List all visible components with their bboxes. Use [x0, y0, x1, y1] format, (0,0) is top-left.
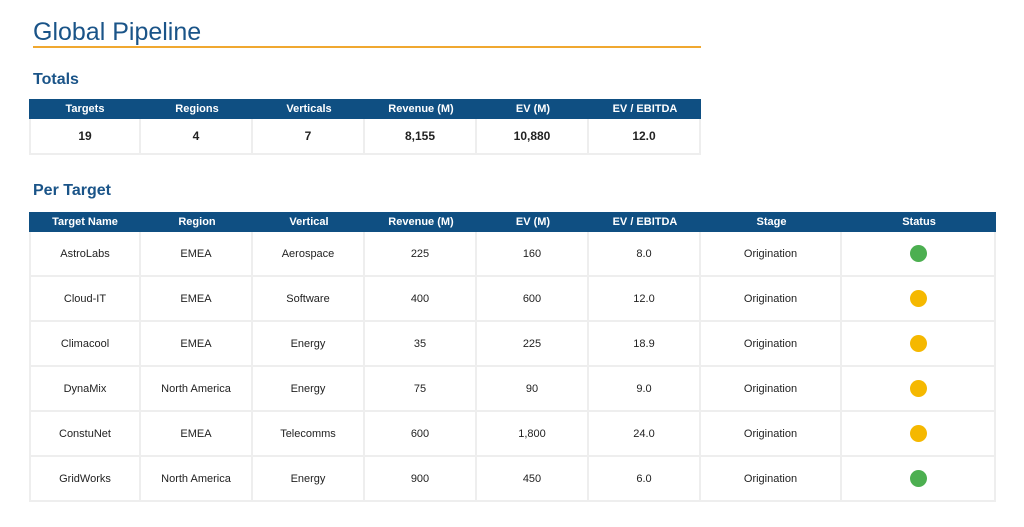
ev-cell: 160: [477, 232, 589, 277]
ev-ebitda-cell: 18.9: [589, 322, 701, 367]
status-dot-icon: [909, 290, 927, 307]
target-name-cell: ConstuNet: [29, 412, 141, 457]
totals-table: Targets Regions Verticals Revenue (M) EV…: [29, 99, 701, 155]
vertical-cell: Aerospace: [253, 232, 365, 277]
vertical-cell: Telecomms: [253, 412, 365, 457]
totals-header-row: Targets Regions Verticals Revenue (M) EV…: [29, 99, 701, 119]
col-ev-ebitda: EV / EBITDA: [589, 212, 701, 232]
status-cell: [842, 277, 996, 322]
status-dot-icon: [909, 380, 927, 397]
totals-value-row: 19 4 7 8,155 10,880 12.0: [29, 119, 701, 155]
totals-ev-value: 10,880: [477, 119, 589, 155]
stage-cell: Origination: [701, 457, 842, 502]
per-target-heading: Per Target: [33, 182, 111, 199]
status-cell: [842, 412, 996, 457]
target-name-cell: AstroLabs: [29, 232, 141, 277]
status-dot-icon: [909, 335, 927, 352]
totals-col-ev-ebitda: EV / EBITDA: [589, 99, 701, 119]
ev-cell: 600: [477, 277, 589, 322]
col-region: Region: [141, 212, 253, 232]
target-name-cell: GridWorks: [29, 457, 141, 502]
col-stage: Stage: [701, 212, 842, 232]
col-ev: EV (M): [477, 212, 589, 232]
totals-col-targets: Targets: [29, 99, 141, 119]
ev-cell: 225: [477, 322, 589, 367]
totals-regions-value: 4: [141, 119, 253, 155]
table-row: DynaMix North America Energy 75 90 9.0 O…: [29, 367, 996, 412]
vertical-cell: Energy: [253, 322, 365, 367]
revenue-cell: 35: [365, 322, 477, 367]
region-cell: EMEA: [141, 277, 253, 322]
region-cell: EMEA: [141, 322, 253, 367]
dashboard-page: Global Pipeline Totals Targets Regions V…: [0, 0, 1024, 527]
stage-cell: Origination: [701, 232, 842, 277]
stage-cell: Origination: [701, 412, 842, 457]
per-target-header-row: Target Name Region Vertical Revenue (M) …: [29, 212, 996, 232]
vertical-cell: Energy: [253, 367, 365, 412]
status-dot-icon: [909, 245, 927, 262]
table-row: Cloud-IT EMEA Software 400 600 12.0 Orig…: [29, 277, 996, 322]
revenue-cell: 900: [365, 457, 477, 502]
status-dot-icon: [909, 425, 927, 442]
ev-ebitda-cell: 24.0: [589, 412, 701, 457]
ev-ebitda-cell: 12.0: [589, 277, 701, 322]
totals-targets-value: 19: [29, 119, 141, 155]
revenue-cell: 225: [365, 232, 477, 277]
ev-cell: 450: [477, 457, 589, 502]
ev-ebitda-cell: 9.0: [589, 367, 701, 412]
revenue-cell: 400: [365, 277, 477, 322]
col-vertical: Vertical: [253, 212, 365, 232]
region-cell: EMEA: [141, 412, 253, 457]
per-target-table: Target Name Region Vertical Revenue (M) …: [29, 212, 996, 502]
vertical-cell: Energy: [253, 457, 365, 502]
target-name-cell: DynaMix: [29, 367, 141, 412]
ev-ebitda-cell: 8.0: [589, 232, 701, 277]
totals-heading: Totals: [33, 71, 79, 88]
totals-col-ev: EV (M): [477, 99, 589, 119]
status-cell: [842, 367, 996, 412]
region-cell: North America: [141, 457, 253, 502]
table-row: Climacool EMEA Energy 35 225 18.9 Origin…: [29, 322, 996, 367]
col-target-name: Target Name: [29, 212, 141, 232]
table-row: ConstuNet EMEA Telecomms 600 1,800 24.0 …: [29, 412, 996, 457]
status-cell: [842, 232, 996, 277]
totals-col-revenue: Revenue (M): [365, 99, 477, 119]
target-name-cell: Cloud-IT: [29, 277, 141, 322]
ev-cell: 90: [477, 367, 589, 412]
table-row: GridWorks North America Energy 900 450 6…: [29, 457, 996, 502]
stage-cell: Origination: [701, 322, 842, 367]
col-status: Status: [842, 212, 996, 232]
col-revenue: Revenue (M): [365, 212, 477, 232]
table-row: AstroLabs EMEA Aerospace 225 160 8.0 Ori…: [29, 232, 996, 277]
totals-verticals-value: 7: [253, 119, 365, 155]
status-cell: [842, 457, 996, 502]
page-title: Global Pipeline: [33, 16, 701, 48]
totals-col-regions: Regions: [141, 99, 253, 119]
vertical-cell: Software: [253, 277, 365, 322]
revenue-cell: 75: [365, 367, 477, 412]
ev-ebitda-cell: 6.0: [589, 457, 701, 502]
stage-cell: Origination: [701, 367, 842, 412]
target-name-cell: Climacool: [29, 322, 141, 367]
status-cell: [842, 322, 996, 367]
totals-col-verticals: Verticals: [253, 99, 365, 119]
revenue-cell: 600: [365, 412, 477, 457]
region-cell: EMEA: [141, 232, 253, 277]
status-dot-icon: [909, 470, 927, 487]
totals-ev-ebitda-value: 12.0: [589, 119, 701, 155]
ev-cell: 1,800: [477, 412, 589, 457]
region-cell: North America: [141, 367, 253, 412]
totals-revenue-value: 8,155: [365, 119, 477, 155]
stage-cell: Origination: [701, 277, 842, 322]
